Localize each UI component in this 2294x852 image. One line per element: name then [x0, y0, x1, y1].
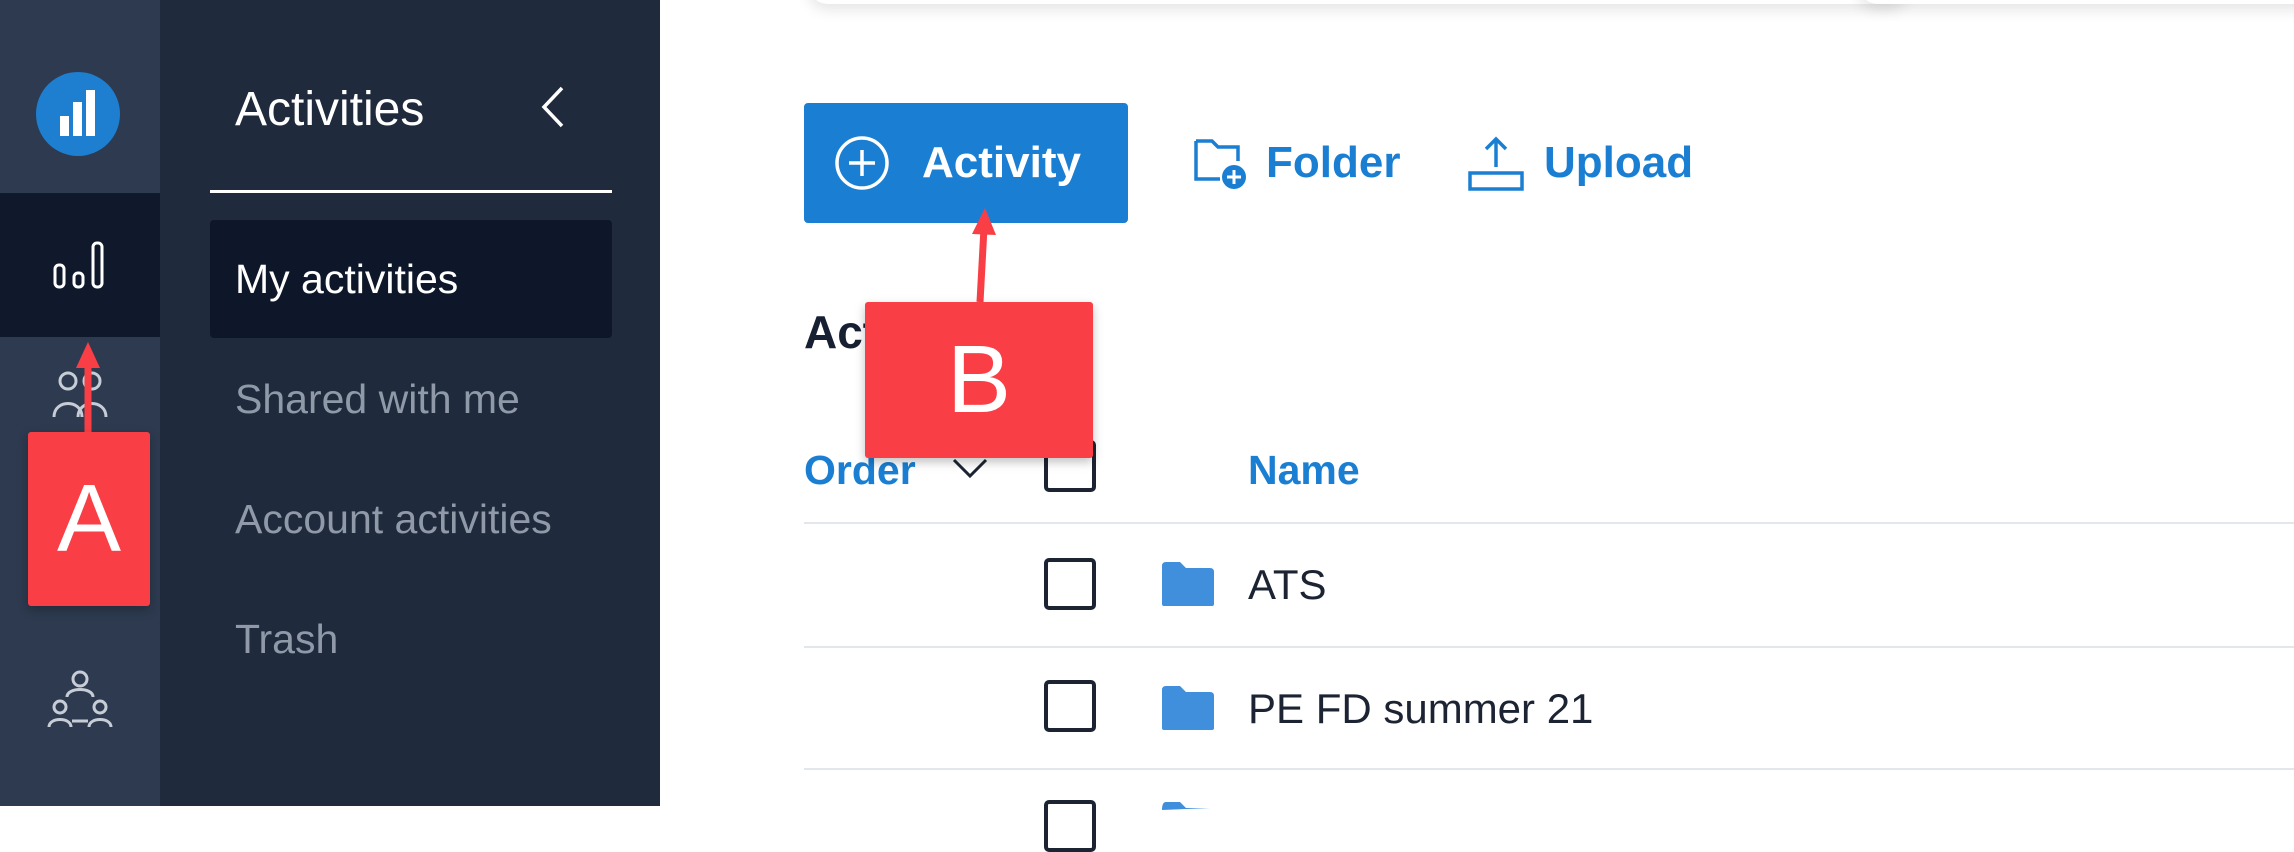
upload-label: Upload	[1544, 138, 1694, 187]
bar-chart-icon	[53, 241, 104, 289]
callout-a: A	[28, 432, 150, 606]
icon-rail	[0, 0, 160, 806]
add-activity-label: Activity	[922, 138, 1081, 187]
top-card	[808, 0, 1908, 4]
rail-item-team[interactable]	[0, 640, 160, 760]
row-divider	[804, 646, 2294, 648]
plus-circle-icon	[835, 136, 889, 190]
add-activity-button[interactable]: Activity	[804, 103, 1128, 223]
people-icon	[52, 371, 108, 418]
nav-divider	[210, 190, 612, 193]
row-checkbox[interactable]	[1044, 800, 1096, 852]
folder-icon	[1162, 562, 1214, 606]
folder-icon	[1162, 686, 1214, 730]
nav-item-my-activities[interactable]: My activities	[210, 220, 612, 338]
row-checkbox[interactable]	[1044, 680, 1096, 732]
row-name[interactable]: PE FD summer 21	[1248, 684, 1593, 734]
rail-item-activities[interactable]	[0, 193, 160, 337]
upload-button[interactable]: Upload	[1466, 133, 1706, 193]
name-column-header[interactable]: Name	[1248, 445, 1360, 495]
row-name[interactable]: ATS	[1248, 560, 1327, 610]
nav-title: Activities	[235, 83, 425, 136]
collapse-nav-button[interactable]	[530, 82, 580, 132]
nav-item-trash[interactable]: Trash	[210, 580, 612, 698]
activities-nav: Activities My activities Shared with me …	[160, 0, 660, 806]
app-logo-icon[interactable]	[36, 72, 120, 156]
header-divider	[804, 522, 2294, 524]
chevron-left-icon	[541, 86, 564, 128]
folder-plus-icon	[1194, 139, 1246, 189]
upload-icon	[1468, 136, 1524, 191]
top-card	[1858, 0, 2294, 4]
row-checkbox[interactable]	[1044, 558, 1096, 610]
chevron-down-icon[interactable]	[950, 455, 990, 481]
folder-icon	[1162, 802, 1210, 810]
chart-logo-icon	[60, 90, 95, 136]
nav-item-shared-with-me[interactable]: Shared with me	[210, 340, 612, 458]
add-folder-button[interactable]: Folder	[1192, 133, 1412, 193]
callout-b: B	[865, 302, 1093, 458]
nav-item-account-activities[interactable]: Account activities	[210, 460, 612, 578]
row-divider	[804, 768, 2294, 770]
team-icon	[47, 670, 113, 728]
add-folder-label: Folder	[1266, 138, 1401, 187]
